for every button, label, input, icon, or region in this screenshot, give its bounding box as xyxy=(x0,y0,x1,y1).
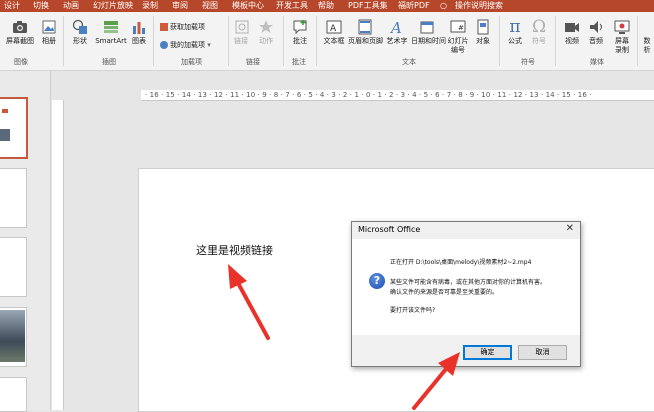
dialog-title: Microsoft Office xyxy=(358,225,421,234)
equation-button[interactable]: π 公式 xyxy=(505,18,525,46)
data-analysis-button[interactable]: 数 析 xyxy=(640,36,654,55)
divider xyxy=(555,16,556,66)
svg-text:A: A xyxy=(389,19,402,36)
smartart-button[interactable]: SmartArt xyxy=(95,18,127,46)
textbox-icon: A xyxy=(326,20,342,34)
object-icon xyxy=(477,19,489,35)
camera-icon xyxy=(13,21,27,33)
dialog-warning-text: 某些文件可能含有病毒，或在其他方面对你的计算机有害。 xyxy=(390,279,547,286)
link-button[interactable]: 链接 xyxy=(233,18,249,46)
action-button[interactable]: 动作 xyxy=(256,18,276,46)
tell-me-search[interactable]: 操作说明搜索 xyxy=(455,0,503,12)
tab-design[interactable]: 设计 xyxy=(4,0,20,12)
divider xyxy=(316,16,317,66)
divider xyxy=(499,16,500,66)
slide-thumbnail[interactable] xyxy=(0,237,27,297)
video-icon xyxy=(565,23,579,32)
omega-icon: Ω xyxy=(531,17,547,37)
get-addins-button[interactable]: 获取加载项 xyxy=(160,22,205,32)
horizontal-ruler: · 16 · 15 · 14 · 13 · 12 · 11 · 10 · 9 ·… xyxy=(141,90,654,101)
ribbon-tab-bar: 设计 切换 动画 幻灯片放映 录制 审阅 视图 模板中心 开发工具 帮助 PDF… xyxy=(0,0,654,12)
divider xyxy=(283,16,284,66)
tab-review[interactable]: 审阅 xyxy=(172,0,188,12)
audio-button[interactable]: 音频 xyxy=(586,18,606,46)
pi-icon: π xyxy=(509,17,521,37)
question-icon: ? xyxy=(369,273,385,289)
calendar-icon xyxy=(420,21,434,34)
slide-text-box[interactable]: 这里是视频链接 xyxy=(196,242,273,258)
divider xyxy=(153,16,154,66)
slide-thumbnail[interactable] xyxy=(0,168,27,228)
video-button[interactable]: 视频 xyxy=(562,18,582,46)
shapes-icon xyxy=(72,19,87,34)
symbol-button[interactable]: Ω 符号 xyxy=(529,18,549,46)
tab-transitions[interactable]: 切换 xyxy=(33,0,49,12)
tab-record[interactable]: 录制 xyxy=(142,0,158,12)
comment-icon xyxy=(293,20,307,35)
tab-template-center[interactable]: 模板中心 xyxy=(232,0,264,12)
screen-recording-button[interactable]: 屏幕 录制 xyxy=(610,18,634,55)
vertical-ruler xyxy=(52,100,64,410)
group-label-symbols: 符号 xyxy=(521,58,535,66)
cancel-button[interactable]: 取消 xyxy=(518,345,567,360)
date-time-button[interactable]: 日期和时间 xyxy=(411,18,446,46)
group-label-comments: 批注 xyxy=(292,58,306,66)
slide-number-icon: # xyxy=(450,20,466,33)
group-label-addins: 加载项 xyxy=(181,58,202,66)
album-icon xyxy=(42,20,56,34)
store-icon xyxy=(160,23,168,31)
slide-number-button[interactable]: # 幻灯片 编号 xyxy=(446,18,470,55)
speaker-icon xyxy=(590,21,602,33)
shapes-button[interactable]: 形状 xyxy=(68,18,92,46)
screenshot-button[interactable]: 屏幕截图 xyxy=(4,18,36,46)
svg-text:A: A xyxy=(330,24,337,34)
slide-thumbnail-panel[interactable] xyxy=(0,71,51,412)
dialog-question: 要打开该文件吗? xyxy=(390,307,436,314)
tab-animations[interactable]: 动画 xyxy=(63,0,79,12)
tab-slideshow[interactable]: 幻灯片放映 xyxy=(93,0,133,12)
header-footer-button[interactable]: 页眉和页脚 xyxy=(348,18,383,46)
ribbon-insert: 屏幕截图 相册 图像 形状 SmartArt 图表 插图 获取加载项 我的加载项… xyxy=(0,12,654,71)
link-icon xyxy=(235,20,249,34)
tab-view[interactable]: 视图 xyxy=(202,0,218,12)
group-label-media: 媒体 xyxy=(590,58,604,66)
group-label-text: 文本 xyxy=(402,58,416,66)
group-label-links: 链接 xyxy=(246,58,260,66)
chart-button[interactable]: 图表 xyxy=(130,18,148,46)
svg-text:#: # xyxy=(458,24,464,32)
wordart-icon: A xyxy=(389,19,402,36)
slide-thumbnail[interactable] xyxy=(0,307,27,367)
comment-button[interactable]: 批注 xyxy=(290,18,310,46)
chart-icon xyxy=(133,22,145,34)
tab-developer[interactable]: 开发工具 xyxy=(276,0,308,12)
slide-thumbnail[interactable] xyxy=(0,377,27,412)
divider xyxy=(228,16,229,66)
textbox-button[interactable]: A 文本框 xyxy=(321,18,347,46)
dialog-warning-text: 确认文件的来源是否可靠是至关重要的。 xyxy=(390,289,499,296)
wordart-button[interactable]: A 艺术字 xyxy=(384,18,410,46)
addins-icon xyxy=(160,41,168,49)
slide-thumbnail[interactable] xyxy=(0,97,28,159)
group-label-illustrations: 插图 xyxy=(102,58,116,66)
tab-help[interactable]: 帮助 xyxy=(318,0,334,12)
divider xyxy=(63,16,64,66)
tab-pdf-tools[interactable]: PDF工具集 xyxy=(348,0,388,12)
object-button[interactable]: 对象 xyxy=(473,18,493,46)
screen-record-icon xyxy=(614,20,630,34)
close-icon[interactable]: ✕ xyxy=(566,223,574,234)
star-icon xyxy=(259,20,273,33)
ok-button[interactable]: 确定 xyxy=(463,345,512,360)
lightbulb-icon: ○ xyxy=(440,1,447,10)
dialog-file-path: 正在打开 D:\tools\桌面\melody\视频素材2~2.mp4 xyxy=(390,259,532,266)
tab-foxit-pdf[interactable]: 福昕PDF xyxy=(398,0,430,12)
smartart-icon xyxy=(104,21,118,33)
divider xyxy=(637,16,638,66)
my-addins-button[interactable]: 我的加载项 ▾ xyxy=(160,40,211,50)
dialog-body: ? 正在打开 D:\tools\桌面\melody\视频素材2~2.mp4 某些… xyxy=(352,239,580,335)
security-warning-dialog: Microsoft Office ✕ ? 正在打开 D:\tools\桌面\me… xyxy=(351,221,581,367)
group-label-images: 图像 xyxy=(14,58,28,66)
header-footer-icon xyxy=(358,19,372,35)
album-button[interactable]: 相册 xyxy=(38,18,60,46)
